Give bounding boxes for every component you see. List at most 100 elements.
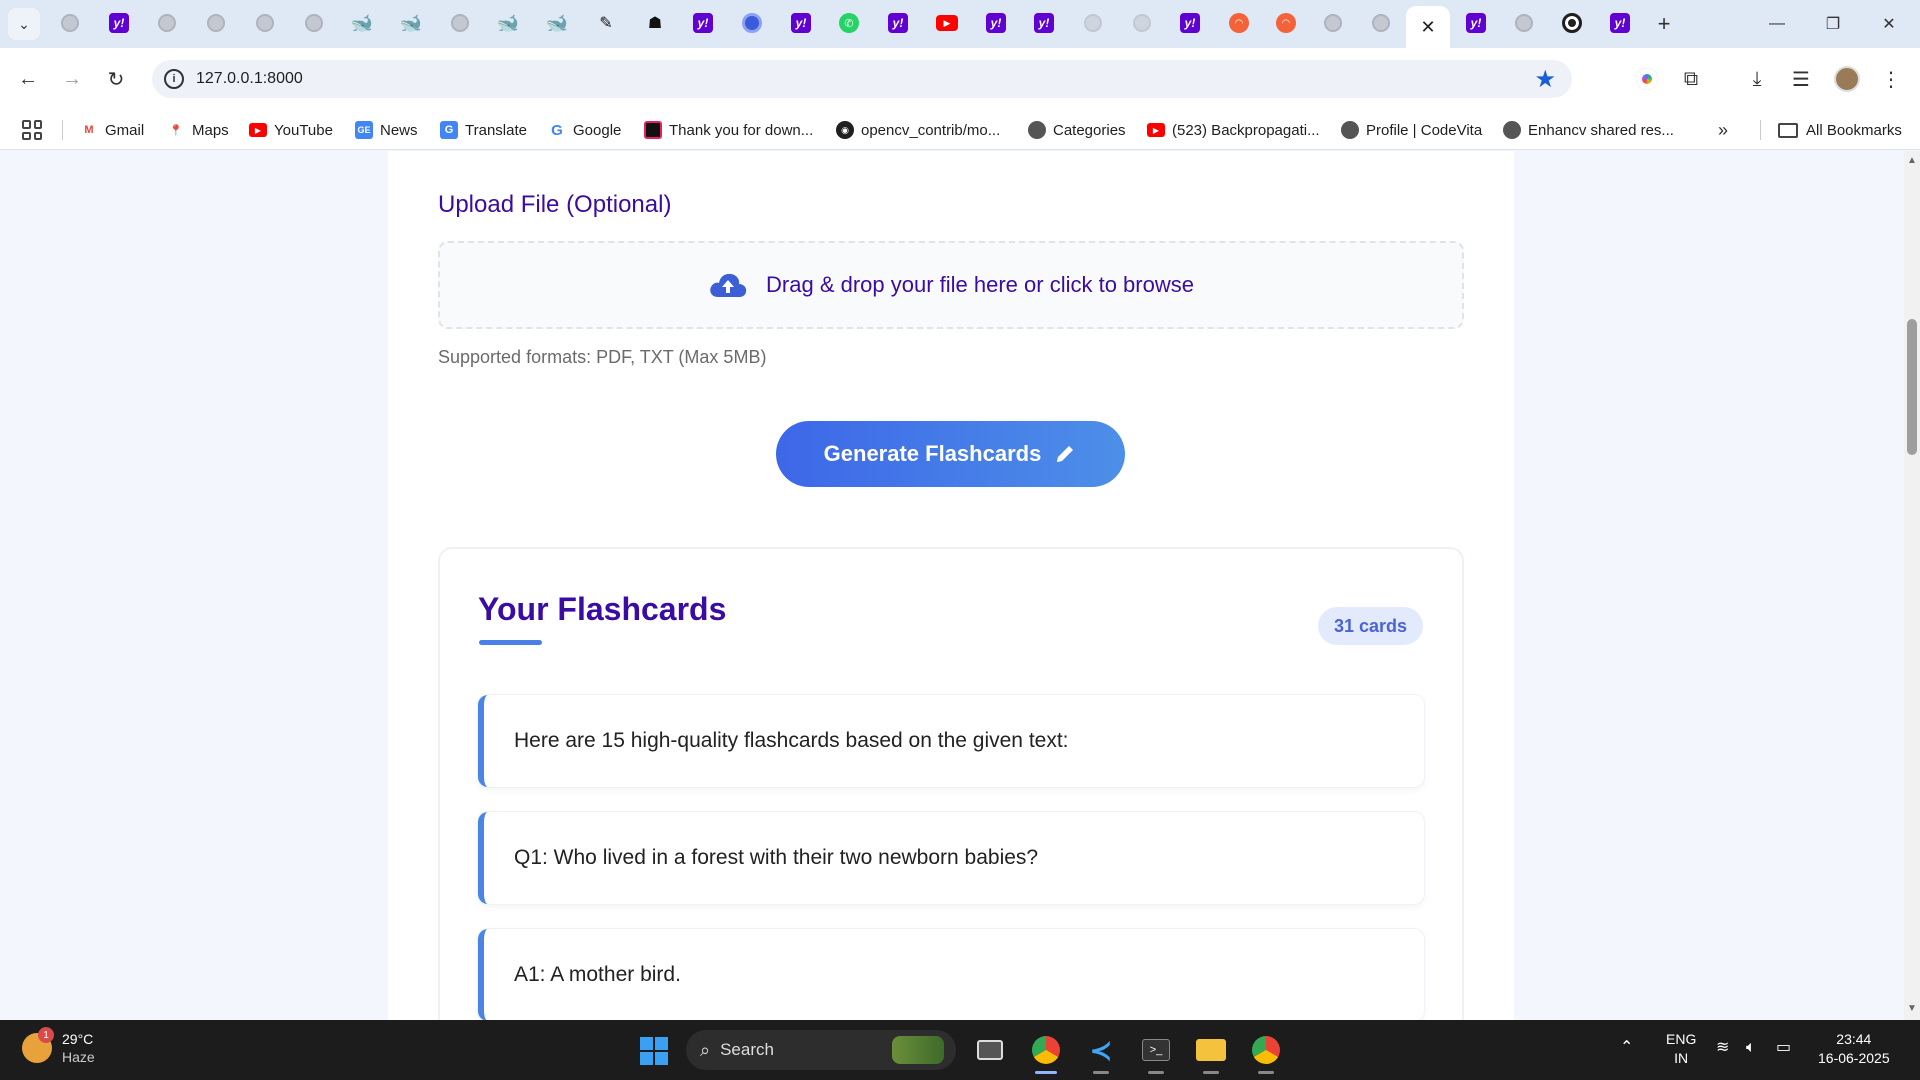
tab-favicon-globe[interactable] [449, 12, 471, 34]
tab-favicon-yahoo[interactable]: y! [790, 12, 812, 34]
tab-favicon-globe[interactable] [1082, 12, 1104, 34]
tab-favicon-yahoo[interactable]: y! [1033, 12, 1055, 34]
close-icon: ✕ [1882, 16, 1896, 33]
file-dropzone[interactable]: Drag & drop your file here or click to b… [438, 241, 1464, 329]
tab-favicon-deepseek[interactable]: 🐋 [497, 12, 519, 34]
generate-button-label: Generate Flashcards [823, 441, 1042, 466]
menu-icon[interactable]: ⋮ [1876, 64, 1906, 94]
tab-favicon-yahoo[interactable]: y! [887, 12, 909, 34]
back-button[interactable]: ← [12, 63, 44, 95]
language-indicator[interactable]: ENG IN [1666, 1030, 1696, 1068]
scrollbar-thumb[interactable] [1907, 319, 1917, 455]
chrome-icon[interactable] [1028, 1032, 1064, 1074]
tab-favicon-globe[interactable] [156, 12, 178, 34]
show-hidden-icons[interactable]: ⌃ [1620, 1038, 1633, 1057]
tab-favicon-youtube[interactable]: ▶ [936, 12, 958, 34]
wifi-icon[interactable]: ≋ [1716, 1038, 1729, 1057]
site-info-icon[interactable]: i [164, 69, 184, 89]
search-icon: ⌕ [700, 1039, 711, 1060]
new-tab-button[interactable]: + [1650, 10, 1678, 38]
tab-favicon-globe[interactable] [303, 12, 325, 34]
vscode-icon[interactable]: ≺ [1083, 1032, 1119, 1074]
extensions-icon[interactable]: ⧉ [1676, 64, 1706, 94]
tab-favicon-globe[interactable] [59, 12, 81, 34]
minimize-icon: — [1769, 15, 1785, 32]
close-window-button[interactable]: ✕ [1866, 6, 1912, 42]
tab-favicon-globe[interactable] [1322, 12, 1344, 34]
tab-favicon-github[interactable] [1561, 12, 1583, 34]
tab-favicon-yahoo[interactable]: y! [1179, 12, 1201, 34]
forward-button[interactable]: → [56, 63, 88, 95]
scroll-down-icon[interactable]: ▼ [1907, 1003, 1917, 1014]
bookmark-thank-you[interactable]: Thank you for down... [644, 118, 813, 142]
tab-favicon-app[interactable]: ☗ [644, 12, 666, 34]
flashcard[interactable]: Q1: Who lived in a forest with their two… [478, 812, 1424, 904]
tab-favicon-blue[interactable] [741, 12, 763, 34]
tab-favicon-globe[interactable] [1131, 12, 1153, 34]
address-bar[interactable]: i 127.0.0.1:8000 ★ [152, 60, 1572, 98]
clock[interactable]: 23:44 16-06-2025 [1818, 1030, 1890, 1068]
reload-button[interactable]: ↻ [100, 63, 132, 95]
tab-favicon-orange[interactable]: ◠ [1275, 12, 1297, 34]
bookmark-backpropagation[interactable]: ▶ (523) Backpropagati... [1147, 118, 1320, 142]
generate-flashcards-button[interactable]: Generate Flashcards [776, 421, 1125, 487]
bookmark-enhancv[interactable]: Enhancv shared res... [1503, 118, 1674, 142]
tab-favicon-whatsapp[interactable]: ✆ [838, 12, 860, 34]
bookmark-label: Categories [1053, 121, 1126, 139]
tab-favicon-app[interactable]: ✎ [595, 12, 617, 34]
tab-favicon-globe[interactable] [1370, 12, 1392, 34]
terminal-icon[interactable]: >_ [1138, 1032, 1174, 1074]
tab-favicon-globe[interactable] [205, 12, 227, 34]
tab-favicon-yahoo[interactable]: y! [692, 12, 714, 34]
tab-favicon-orange[interactable]: ◠ [1228, 12, 1250, 34]
minimize-button[interactable]: — [1754, 6, 1800, 42]
copilot-icon[interactable] [1632, 64, 1662, 94]
tab-favicon-deepseek[interactable]: 🐋 [400, 12, 422, 34]
file-explorer-icon[interactable] [1193, 1032, 1229, 1074]
weather-widget[interactable]: 1 29°C Haze [22, 1027, 95, 1066]
tab-favicon-globe[interactable] [1513, 12, 1535, 34]
app-icon [644, 121, 662, 139]
flashcard[interactable]: A1: A mother bird. [478, 929, 1424, 1020]
bookmark-news[interactable]: GE News [355, 118, 418, 142]
battery-icon[interactable]: ▭ [1776, 1038, 1791, 1057]
more-bookmarks-icon[interactable]: » [1718, 120, 1728, 141]
bookmark-gmail[interactable]: M Gmail [80, 118, 144, 142]
upload-label: Upload File (Optional) [438, 191, 672, 218]
volume-icon[interactable]: 🔈︎ [1746, 1038, 1756, 1057]
bookmark-categories[interactable]: Categories [1028, 118, 1126, 142]
download-icon[interactable]: ⤓ [1742, 64, 1772, 94]
taskbar-search[interactable]: ⌕ Search [686, 1030, 956, 1070]
bookmark-translate[interactable]: G Translate [440, 118, 527, 142]
page-scrollbar[interactable]: ▲ ▼ [1904, 151, 1920, 1020]
bookmark-star-icon[interactable]: ★ [1534, 65, 1556, 94]
restore-button[interactable]: ❐ [1810, 6, 1856, 42]
gmail-icon: M [84, 124, 94, 136]
bookmark-codevita[interactable]: Profile | CodeVita [1341, 118, 1482, 142]
tab-favicon-yahoo[interactable]: y! [1465, 12, 1487, 34]
bookmark-maps[interactable]: 📍 Maps [167, 118, 229, 142]
tab-favicon-yahoo[interactable]: y! [985, 12, 1007, 34]
all-bookmarks-button[interactable]: All Bookmarks [1778, 118, 1902, 142]
task-view-icon[interactable] [972, 1032, 1008, 1068]
bookmark-opencv[interactable]: ◉ opencv_contrib/mo... [836, 118, 1000, 142]
tab-favicon-yahoo[interactable]: y! [1609, 12, 1631, 34]
close-icon[interactable]: ✕ [1420, 17, 1435, 38]
bookmark-google[interactable]: G Google [548, 118, 621, 142]
tab-favicon-deepseek[interactable]: 🐋 [351, 12, 373, 34]
tab-favicon-globe[interactable] [254, 12, 276, 34]
windows-start-icon[interactable] [640, 1037, 668, 1065]
tab-favicon-yahoo[interactable]: y! [108, 12, 130, 34]
scroll-up-icon[interactable]: ▲ [1907, 155, 1917, 166]
active-tab[interactable]: ✕ [1406, 6, 1450, 48]
cloud-upload-icon [708, 271, 748, 299]
media-control-icon[interactable]: ☰ [1786, 64, 1816, 94]
apps-grid-icon[interactable] [22, 120, 42, 140]
url-text[interactable]: 127.0.0.1:8000 [196, 70, 303, 88]
tab-search-dropdown[interactable]: ⌄ [8, 8, 40, 40]
bookmark-youtube[interactable]: ▶ YouTube [249, 118, 333, 142]
avatar[interactable] [1832, 64, 1862, 94]
chrome-profile-icon[interactable] [1248, 1032, 1284, 1074]
tab-favicon-deepseek[interactable]: 🐋 [546, 12, 568, 34]
flashcard[interactable]: Here are 15 high-quality flashcards base… [478, 695, 1424, 787]
